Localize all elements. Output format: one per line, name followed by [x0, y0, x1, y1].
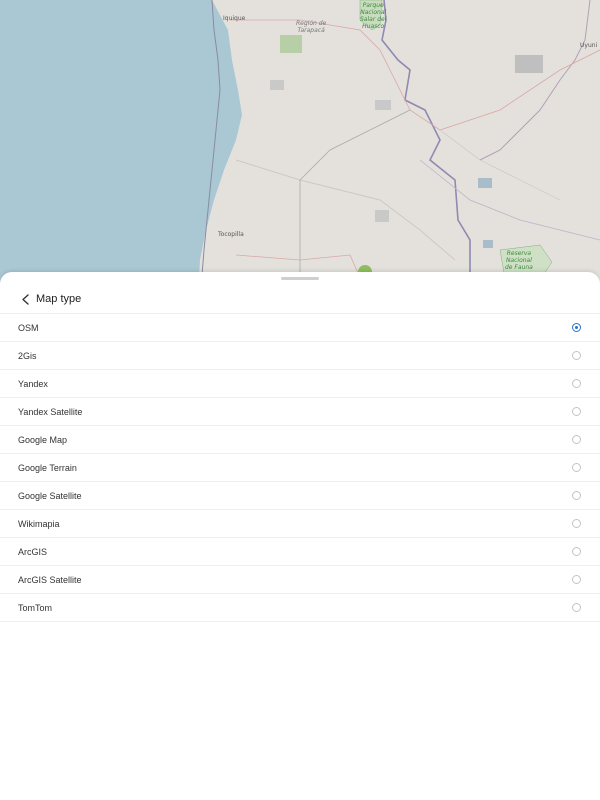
- map-type-sheet: Map type OSM 2Gis Yandex Yandex Satellite Go…: [0, 272, 600, 800]
- sheet-drag-handle[interactable]: [281, 277, 319, 280]
- map-label-park-top: Parque Nacional Salar del Huasco: [360, 2, 387, 30]
- map-type-option-yandex-satellite[interactable]: Yandex Satellite: [0, 398, 600, 426]
- option-label: ArcGIS: [18, 546, 48, 557]
- map-type-option-google-terrain[interactable]: Google Terrain: [0, 454, 600, 482]
- chevron-left-icon: [21, 293, 29, 305]
- map-label-tocopilla: Tocopilla: [218, 231, 244, 238]
- sheet-header: Map type: [0, 286, 600, 312]
- back-button[interactable]: [18, 292, 32, 306]
- radio-unchecked-icon[interactable]: [572, 603, 581, 612]
- map-label-iquique: Iquique: [223, 15, 246, 22]
- sheet-title: Map type: [36, 293, 82, 305]
- option-label: Google Map: [18, 434, 68, 445]
- option-label: Yandex: [18, 378, 48, 389]
- radio-unchecked-icon[interactable]: [572, 547, 581, 556]
- option-label: ArcGIS Satellite: [18, 574, 82, 585]
- radio-unchecked-icon[interactable]: [572, 351, 581, 360]
- map-type-option-2gis[interactable]: 2Gis: [0, 342, 600, 370]
- map-type-option-arcgis[interactable]: ArcGIS: [0, 538, 600, 566]
- option-label: 2Gis: [18, 350, 37, 361]
- map-type-option-tomtom[interactable]: TomTom: [0, 594, 600, 622]
- radio-checked-icon[interactable]: [572, 323, 581, 332]
- option-label: Yandex Satellite: [18, 406, 83, 417]
- radio-unchecked-icon[interactable]: [572, 491, 581, 500]
- radio-unchecked-icon[interactable]: [572, 379, 581, 388]
- option-label: OSM: [18, 322, 39, 333]
- radio-unchecked-icon[interactable]: [572, 463, 581, 472]
- option-label: Google Terrain: [18, 462, 77, 473]
- map-label-uyuni: Uyuni: [580, 42, 598, 49]
- map-label-region: Región de Tarapacá: [296, 20, 327, 34]
- map-type-option-google-map[interactable]: Google Map: [0, 426, 600, 454]
- option-label: Wikimapia: [18, 518, 60, 529]
- map-background[interactable]: Iquique Tocopilla Uyuni Región de Tarapa…: [0, 0, 600, 300]
- option-label: TomTom: [18, 602, 53, 613]
- map-type-option-wikimapia[interactable]: Wikimapia: [0, 510, 600, 538]
- radio-unchecked-icon[interactable]: [572, 407, 581, 416]
- map-type-list: OSM 2Gis Yandex Yandex Satellite Google Map G…: [0, 313, 600, 622]
- radio-unchecked-icon[interactable]: [572, 519, 581, 528]
- radio-unchecked-icon[interactable]: [572, 435, 581, 444]
- map-type-option-google-satellite[interactable]: Google Satellite: [0, 482, 600, 510]
- map-type-option-osm[interactable]: OSM: [0, 314, 600, 342]
- option-label: Google Satellite: [18, 490, 82, 501]
- map-type-option-yandex[interactable]: Yandex: [0, 370, 600, 398]
- map-type-option-arcgis-satellite[interactable]: ArcGIS Satellite: [0, 566, 600, 594]
- radio-unchecked-icon[interactable]: [572, 575, 581, 584]
- map-label-park-bottom: Reserva Nacional de Fauna: [505, 250, 533, 271]
